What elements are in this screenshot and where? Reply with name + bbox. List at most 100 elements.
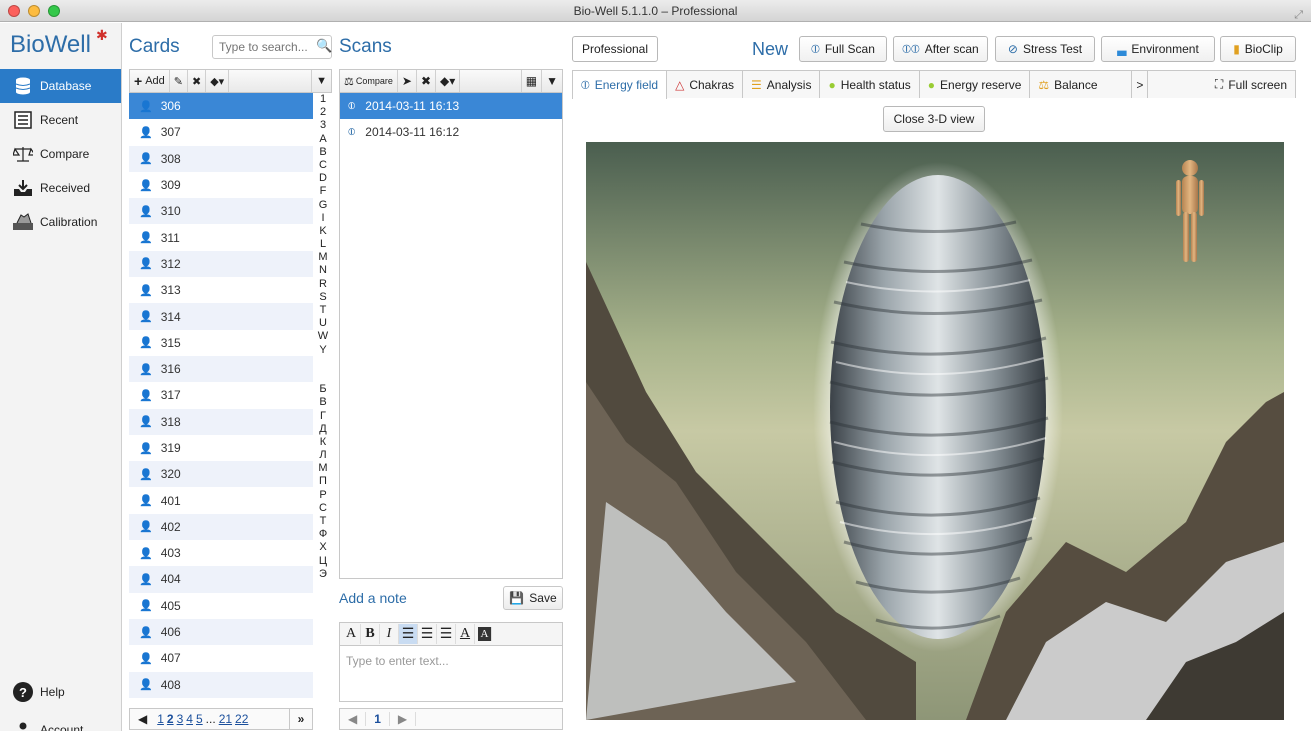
card-row[interactable]: 👤 404 [129, 566, 313, 593]
alphabet-letter[interactable]: В [314, 396, 332, 409]
note-text-area[interactable]: Type to enter text... [339, 646, 563, 702]
card-row[interactable]: 👤 406 [129, 618, 313, 646]
account-button[interactable]: Account [0, 713, 122, 731]
font-icon[interactable]: A [342, 624, 361, 644]
zoom-window-button[interactable] [48, 5, 60, 17]
page-link[interactable]: 4 [186, 712, 193, 726]
alphabet-letter[interactable]: 3 [314, 119, 332, 132]
page-link[interactable]: 1 [157, 712, 164, 726]
align-right-icon[interactable]: ☰ [437, 624, 456, 644]
minimize-window-button[interactable] [28, 5, 40, 17]
alphabet-letter[interactable]: Г [314, 410, 332, 423]
align-left-icon[interactable]: ☰ [399, 624, 418, 644]
card-row[interactable]: 👤 306 [129, 93, 313, 120]
card-row[interactable]: 👤 403 [129, 540, 313, 566]
alphabet-letter[interactable]: N [314, 264, 332, 277]
energy-field-3d-viewport[interactable] [586, 142, 1284, 720]
alphabet-letter[interactable] [314, 357, 332, 370]
alphabet-letter[interactable]: I [314, 212, 332, 225]
align-center-icon[interactable]: ☰ [418, 624, 437, 644]
alphabet-letter[interactable]: Ц [314, 555, 332, 568]
help-button[interactable]: ? Help [0, 675, 122, 709]
alphabet-letter[interactable]: C [314, 159, 332, 172]
card-row[interactable]: 👤 310 [129, 198, 313, 225]
alphabet-letter[interactable]: S [314, 291, 332, 304]
alphabet-letter[interactable]: 2 [314, 106, 332, 119]
tag-icon[interactable]: ◆▾ [436, 70, 461, 92]
stress-test-button[interactable]: ⊘ Stress Test [995, 36, 1095, 62]
tab-balance[interactable]: ⚖ Balance [1030, 70, 1133, 98]
sidebar-item-calibration[interactable]: Calibration [0, 205, 121, 239]
next-pages-button[interactable]: » [289, 708, 313, 730]
sidebar-item-database[interactable]: Database [0, 69, 121, 103]
alphabet-letter[interactable]: М [314, 462, 332, 475]
close-3d-view-button[interactable]: Close 3-D view [883, 106, 985, 132]
alphabet-letter[interactable] [314, 370, 332, 383]
alphabet-letter[interactable]: 1 [314, 93, 332, 106]
close-window-button[interactable] [8, 5, 20, 17]
add-note-label[interactable]: Add a note [339, 590, 407, 606]
card-row[interactable]: 👤 309 [129, 172, 313, 198]
card-row[interactable]: 👤 408 [129, 671, 313, 698]
sidebar-item-compare[interactable]: Compare [0, 137, 121, 171]
alphabet-letter[interactable]: Р [314, 489, 332, 502]
card-row[interactable]: 👤 316 [129, 355, 313, 383]
sidebar-item-received[interactable]: Received [0, 171, 121, 205]
more-tabs-button[interactable]: > [1132, 70, 1149, 98]
scan-row[interactable]: ⦶ 2014-03-11 16:13 [340, 93, 562, 119]
card-row[interactable]: 👤 402 [129, 513, 313, 541]
delete-icon[interactable]: ✖ [188, 70, 207, 92]
compare-scans-button[interactable]: ⚖ Compare [340, 70, 398, 92]
card-row[interactable]: 👤 407 [129, 645, 313, 671]
tab-analysis[interactable]: ☰ Analysis [743, 70, 821, 98]
alphabet-letter[interactable]: W [314, 330, 332, 343]
card-row[interactable]: 👤 319 [129, 435, 313, 461]
alphabet-letter[interactable]: G [314, 199, 332, 212]
tab-energy-field[interactable]: ⦶ Energy field [572, 70, 668, 99]
alphabet-letter[interactable]: U [314, 317, 332, 330]
card-row[interactable]: 👤 314 [129, 303, 313, 330]
italic-icon[interactable]: I [380, 624, 399, 644]
alphabet-letter[interactable]: Д [314, 423, 332, 436]
sidebar-item-recent[interactable]: Recent [0, 103, 121, 137]
tab-health-status[interactable]: ● Health status [820, 70, 920, 98]
page-link[interactable]: 22 [235, 712, 248, 726]
filter-icon[interactable]: ▼ [542, 70, 562, 92]
alphabet-letter[interactable]: F [314, 185, 332, 198]
card-row[interactable]: 👤 318 [129, 408, 313, 435]
page-link[interactable]: 5 [196, 712, 203, 726]
alphabet-letter[interactable]: Л [314, 449, 332, 462]
bold-icon[interactable]: B [361, 624, 380, 644]
alphabet-letter[interactable]: L [314, 238, 332, 251]
edit-icon[interactable]: ✎ [170, 70, 188, 92]
card-row[interactable]: 👤 311 [129, 224, 313, 250]
scan-row[interactable]: ⦶ 2014-03-11 16:12 [340, 119, 562, 145]
after-scan-button[interactable]: ⦶⦶ After scan [893, 36, 988, 62]
environment-button[interactable]: ▃ Environment [1101, 36, 1215, 62]
page-link[interactable]: 21 [219, 712, 232, 726]
alphabet-letter[interactable]: К [314, 436, 332, 449]
prev-page-icon[interactable]: ◀ [138, 712, 147, 726]
send-icon[interactable]: ➤ [398, 70, 417, 92]
current-page[interactable]: 1 [366, 712, 390, 726]
card-row[interactable]: 👤 312 [129, 250, 313, 278]
card-row[interactable]: 👤 313 [129, 277, 313, 303]
alphabet-letter[interactable]: Т [314, 515, 332, 528]
alphabet-letter[interactable]: Y [314, 344, 332, 357]
card-row[interactable]: 👤 308 [129, 145, 313, 172]
card-row[interactable]: 👤 315 [129, 330, 313, 356]
alphabet-letter[interactable]: K [314, 225, 332, 238]
card-row[interactable]: 👤 405 [129, 593, 313, 619]
card-row[interactable]: 👤 401 [129, 487, 313, 513]
alphabet-letter[interactable]: Б [314, 383, 332, 396]
highlight-color-icon[interactable]: A [478, 627, 492, 641]
professional-mode-button[interactable]: Professional [572, 36, 658, 62]
alphabet-letter[interactable]: Х [314, 541, 332, 554]
prev-page-icon[interactable]: ◀ [340, 712, 367, 726]
alphabet-letter[interactable]: R [314, 278, 332, 291]
full-screen-button[interactable]: ⛶ Full screen [1148, 70, 1296, 98]
alphabet-letter[interactable]: Ф [314, 528, 332, 541]
page-link[interactable]: 2 [167, 712, 174, 726]
tab-energy-reserve[interactable]: ● Energy reserve [919, 70, 1031, 98]
alphabet-letter[interactable]: B [314, 146, 332, 159]
